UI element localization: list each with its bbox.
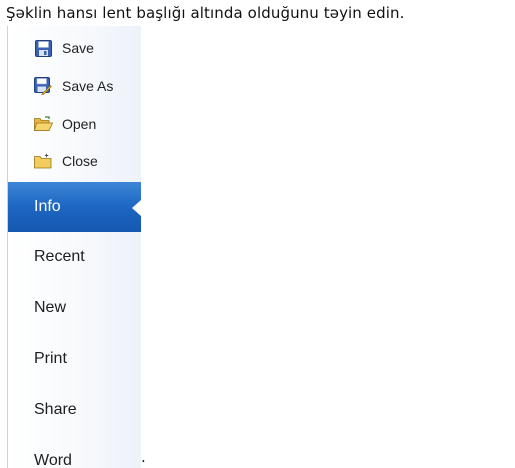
- file-menu-screenshot: Save Save As Open Close Info Recent New …: [7, 26, 141, 468]
- tab-print-label: Print: [34, 350, 67, 367]
- close-folder-icon: [33, 151, 53, 171]
- tab-share[interactable]: Share: [8, 386, 141, 434]
- tab-new[interactable]: New: [8, 284, 141, 332]
- tab-recent[interactable]: Recent: [8, 233, 141, 281]
- open-command[interactable]: Open: [8, 107, 141, 141]
- open-folder-icon: [33, 114, 53, 134]
- close-label: Close: [62, 153, 98, 169]
- tab-info[interactable]: Info: [8, 182, 141, 232]
- tab-new-label: New: [34, 299, 67, 316]
- tab-word-label: Word: [34, 452, 72, 468]
- open-label: Open: [62, 116, 97, 132]
- save-as-label: Save As: [62, 78, 114, 94]
- save-label: Save: [62, 40, 94, 56]
- tab-print[interactable]: Print: [8, 335, 141, 383]
- question-text: Şəklin hansı lent başlığı altında olduğu…: [6, 4, 405, 22]
- tab-info-label: Info: [34, 198, 61, 215]
- selection-notch: [132, 200, 141, 216]
- save-as-icon: [33, 76, 53, 96]
- tab-recent-label: Recent: [34, 248, 85, 265]
- tab-word[interactable]: Word: [8, 437, 141, 468]
- close-command[interactable]: Close: [8, 144, 141, 178]
- save-as-command[interactable]: Save As: [8, 69, 141, 103]
- floppy-disk-icon: [33, 38, 53, 58]
- save-command[interactable]: Save: [8, 31, 141, 65]
- tab-share-label: Share: [34, 401, 77, 418]
- trailing-period: .: [141, 448, 146, 466]
